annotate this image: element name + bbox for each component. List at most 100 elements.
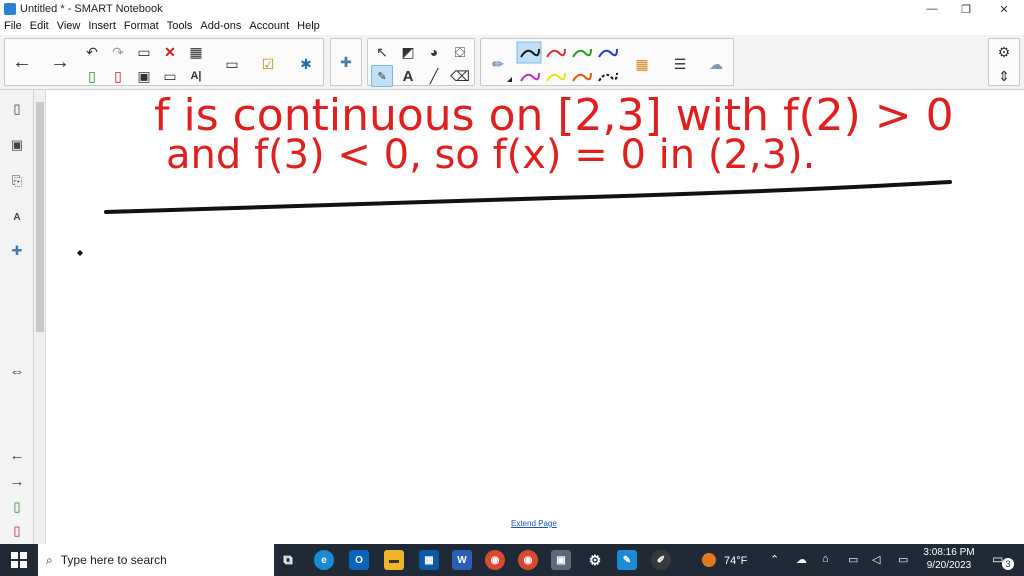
menu-bar: File Edit View Insert Format Tools Add-o…: [0, 18, 1024, 34]
delete-icon[interactable]: ✕: [159, 41, 181, 63]
battery-icon[interactable]: ▭: [898, 553, 908, 566]
notification-icon[interactable]: ▭ 3: [992, 552, 1014, 570]
windows-start-icon[interactable]: [0, 544, 38, 576]
text-tool-icon[interactable]: A: [397, 65, 419, 87]
toolbar-group-tools: ↖ ◩ ◕ ⛋ ✎ A ╱ ⌫: [367, 38, 475, 87]
notification-badge: 3: [1002, 558, 1014, 570]
extend-page-link[interactable]: Extend Page: [511, 519, 557, 528]
add-page-sidebar-icon[interactable]: ▯: [6, 496, 28, 518]
pen-swatch-purple[interactable]: [520, 72, 540, 82]
smart-notebook-task-icon[interactable]: ✎: [617, 550, 637, 570]
menu-account[interactable]: Account: [249, 20, 289, 32]
move-sidebar-icon[interactable]: ⇔: [6, 360, 28, 382]
page-canvas[interactable]: f is continuous on [2,3] with f(2) > 0 a…: [34, 90, 1024, 544]
delete-page-sidebar-icon[interactable]: ▯: [6, 520, 28, 542]
delete-page-icon[interactable]: ▯: [107, 65, 129, 87]
edge-icon[interactable]: e: [314, 550, 334, 570]
properties-icon[interactable]: A: [6, 206, 28, 228]
onedrive-icon[interactable]: ☁: [796, 553, 807, 566]
weather-temp: 74°F: [724, 555, 748, 567]
pen-swatch-dashed[interactable]: [598, 72, 618, 82]
pen-swatch-green[interactable]: [572, 48, 592, 58]
window-title: Untitled * - SMART Notebook: [20, 3, 163, 15]
move-toolbar-icon[interactable]: ⇕: [993, 65, 1015, 87]
system-clock[interactable]: 3:08:16 PM 9/20/2023: [918, 546, 980, 572]
previous-page-icon[interactable]: ←: [6, 444, 28, 466]
menu-format[interactable]: Format: [124, 20, 159, 32]
close-button[interactable]: ✕: [986, 0, 1022, 18]
store-icon[interactable]: ▦: [419, 550, 439, 570]
pen-swatch-active-bg: [516, 41, 542, 64]
underline-stroke: [104, 180, 952, 214]
menu-view[interactable]: View: [57, 20, 81, 32]
pen-swatch-red[interactable]: [546, 48, 566, 58]
addon-icon[interactable]: ✱: [295, 53, 317, 75]
pen-swatch-orange[interactable]: [572, 72, 592, 82]
word-icon[interactable]: W: [452, 550, 472, 570]
file-explorer-icon[interactable]: ▬: [384, 550, 404, 570]
eraser-icon[interactable]: ⌫: [449, 65, 471, 87]
document-camera-icon[interactable]: ▭: [221, 53, 243, 75]
open-file-icon[interactable]: ▭: [133, 41, 155, 63]
gallery-icon[interactable]: ▣: [6, 134, 28, 156]
menu-edit[interactable]: Edit: [30, 20, 49, 32]
paint-bucket-icon[interactable]: ⛋: [449, 41, 471, 63]
title-bar: Untitled * - SMART Notebook: [0, 0, 1024, 18]
menu-addons[interactable]: Add-ons: [200, 20, 241, 32]
fill-effects-icon[interactable]: ☁: [705, 53, 727, 75]
pen-tool-icon[interactable]: ✎: [371, 65, 393, 87]
scrollbar-thumb[interactable]: [36, 102, 44, 332]
line-tool-icon[interactable]: ╱: [423, 65, 445, 87]
attachments-icon[interactable]: ⎘: [6, 170, 28, 192]
search-placeholder: Type here to search: [60, 553, 167, 567]
line-style-icon[interactable]: ☰: [669, 53, 691, 75]
handwriting-layer: f is continuous on [2,3] with f(2) > 0 a…: [77, 90, 954, 256]
tray-chevron-icon[interactable]: ⌃: [770, 553, 779, 566]
table-icon[interactable]: ▦: [185, 41, 207, 63]
save-icon[interactable]: ▣: [133, 65, 155, 87]
menu-insert[interactable]: Insert: [88, 20, 116, 32]
menu-file[interactable]: File: [4, 20, 22, 32]
chrome-icon[interactable]: ◉: [485, 550, 505, 570]
chrome-profile-icon[interactable]: ◉: [518, 550, 538, 570]
weather-icon[interactable]: [702, 553, 716, 567]
smart-notebook-icon: [4, 3, 16, 15]
menu-tools[interactable]: Tools: [167, 20, 193, 32]
next-page-icon[interactable]: →: [6, 470, 28, 492]
display-icon[interactable]: ▭: [848, 553, 858, 566]
toolbar: ← → ↶ ↷ ▭ ✕ ▦ ▯ ▯ ▣ ▭ A| ▭ ☑ ✱ ✚ ↖ ◩ ◕ ⛋…: [0, 35, 1024, 90]
redo-icon[interactable]: ↷: [107, 41, 129, 63]
remote-desktop-icon[interactable]: ▣: [551, 550, 571, 570]
cursor-marker: [77, 250, 83, 256]
volume-icon[interactable]: ◁: [872, 553, 880, 566]
shapes-icon[interactable]: ◩: [397, 41, 419, 63]
page-scrollbar[interactable]: [34, 90, 46, 544]
toolbar-group-main: ← → ↶ ↷ ▭ ✕ ▦ ▯ ▯ ▣ ▭ A| ▭ ☑ ✱: [4, 38, 324, 86]
addons-tab-icon[interactable]: ✚: [6, 240, 28, 262]
fill-icon[interactable]: ◕: [423, 41, 445, 63]
minimize-button[interactable]: —: [914, 0, 950, 18]
text-format-icon[interactable]: A|: [185, 65, 207, 87]
gear-icon[interactable]: ⚙: [993, 41, 1015, 63]
add-page-icon[interactable]: ▯: [81, 65, 103, 87]
puzzle-icon[interactable]: ✚: [335, 51, 357, 73]
select-arrow-icon[interactable]: ↖: [371, 41, 393, 63]
restore-button[interactable]: ❐: [948, 0, 984, 18]
pen-swatches: [516, 41, 618, 82]
pen-app-icon[interactable]: ✐: [651, 550, 671, 570]
network-icon[interactable]: ⌂: [822, 553, 829, 565]
pen-swatch-yellow[interactable]: [546, 72, 566, 82]
pen-swatch-blue[interactable]: [598, 48, 618, 58]
screen-shade-icon[interactable]: ▭: [159, 65, 181, 87]
color-palette-icon[interactable]: ▦: [631, 53, 653, 75]
settings-gear-icon[interactable]: ⚙: [585, 550, 605, 570]
menu-help[interactable]: Help: [297, 20, 320, 32]
task-view-icon[interactable]: ⧉: [278, 550, 298, 570]
page-sorter-icon[interactable]: ▯: [6, 98, 28, 120]
back-arrow-icon[interactable]: ←: [11, 51, 33, 73]
undo-icon[interactable]: ↶: [81, 41, 103, 63]
response-icon[interactable]: ☑: [257, 53, 279, 75]
forward-arrow-icon[interactable]: →: [49, 51, 71, 73]
taskbar-search[interactable]: ⌕ Type here to search: [38, 544, 274, 576]
outlook-icon[interactable]: O: [349, 550, 369, 570]
